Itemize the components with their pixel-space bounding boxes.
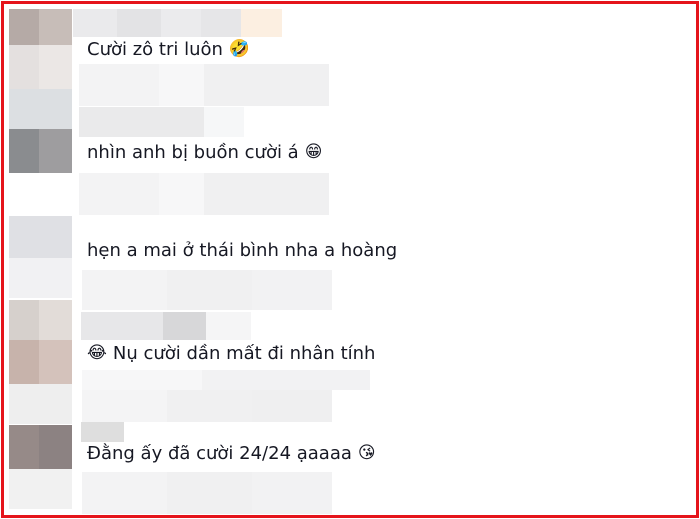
- comment-text-label: Đằng ấy đã cười 24/24 ạaaaa: [87, 443, 352, 464]
- meta-blurred: [82, 472, 167, 514]
- username-blurred: [79, 107, 204, 137]
- meta-blurred: [159, 64, 204, 106]
- meta-blurred: [202, 370, 370, 390]
- meta-blurred: [167, 270, 252, 310]
- meta-blurred: [252, 472, 332, 514]
- meta-blurred: [252, 390, 332, 422]
- tears-of-joy-icon: 😂: [87, 343, 107, 363]
- username-blurred: [163, 312, 206, 340]
- comment-text: nhìn anh bị buồn cười á 😁: [87, 142, 322, 163]
- avatar-blurred: [9, 9, 39, 45]
- meta-blurred: [79, 173, 159, 215]
- avatar-blurred: [9, 469, 72, 509]
- comment-list-frame: Cười zô tri luôn 🤣 nhìn anh bị buồn cười…: [1, 1, 699, 518]
- comment-text: Đằng ấy đã cười 24/24 ạaaaa 😘: [87, 443, 376, 464]
- username-blurred: [206, 312, 251, 340]
- avatar-blurred: [9, 340, 39, 384]
- meta-blurred: [159, 173, 204, 215]
- username-blurred: [201, 9, 241, 37]
- rolling-laughing-icon: 🤣: [228, 39, 251, 59]
- avatar-blurred: [9, 89, 72, 129]
- avatar-blurred: [39, 340, 72, 384]
- username-blurred: [204, 107, 244, 137]
- username-blurred: [161, 9, 201, 37]
- avatar-blurred: [39, 45, 72, 89]
- comment-text: Cười zô tri luôn 🤣: [87, 39, 250, 60]
- avatar-blurred: [39, 425, 72, 469]
- avatar-blurred: [9, 216, 72, 258]
- avatar-blurred: [39, 129, 72, 173]
- meta-blurred: [167, 390, 252, 422]
- comment-text-label: hẹn a mai ở thái bình nha a hoàng: [87, 240, 398, 261]
- avatar-blurred: [9, 384, 72, 424]
- avatar-blurred: [9, 300, 39, 340]
- meta-blurred: [204, 64, 329, 106]
- avatar-blurred: [39, 300, 72, 340]
- avatar-blurred: [9, 45, 39, 89]
- comment-text: hẹn a mai ở thái bình nha a hoàng: [87, 240, 397, 261]
- username-blurred: [241, 9, 282, 37]
- kiss-icon: 😘: [357, 443, 376, 463]
- meta-blurred: [82, 390, 167, 422]
- comment-text-label: nhìn anh bị buồn cười á: [87, 142, 299, 163]
- meta-blurred: [252, 270, 332, 310]
- username-blurred: [81, 312, 163, 340]
- username-blurred: [81, 422, 124, 442]
- username-blurred: [117, 9, 161, 37]
- username-blurred: [73, 9, 117, 37]
- meta-blurred: [82, 370, 202, 390]
- grinning-icon: 😁: [304, 142, 323, 162]
- avatar-blurred: [39, 9, 72, 45]
- avatar-blurred: [9, 425, 39, 469]
- meta-blurred: [167, 472, 252, 514]
- comment-text: 😂 Nụ cười dần mất đi nhân tính: [87, 343, 375, 364]
- avatar-blurred: [9, 129, 39, 173]
- comment-text-label: Cười zô tri luôn: [87, 39, 223, 60]
- meta-blurred: [204, 173, 329, 215]
- comment-text-label: Nụ cười dần mất đi nhân tính: [112, 343, 376, 364]
- avatar-blurred: [9, 258, 72, 298]
- meta-blurred: [79, 64, 159, 106]
- meta-blurred: [82, 270, 167, 310]
